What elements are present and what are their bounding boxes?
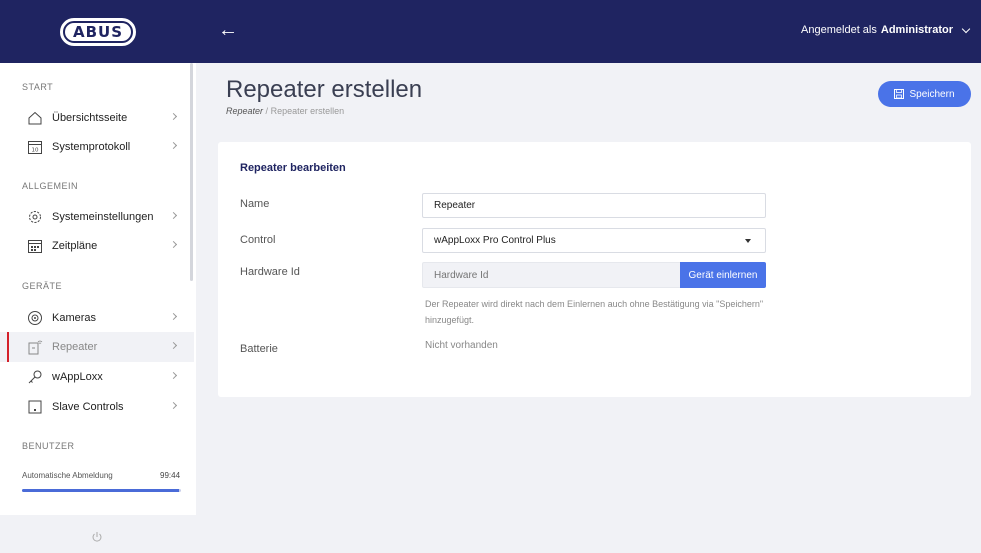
sidebar-item-systemprotokoll[interactable]: 10 Systemprotokoll	[0, 132, 194, 162]
back-arrow-icon[interactable]: ←	[218, 18, 238, 42]
auto-logout-label: Automatische Abmeldung	[22, 471, 113, 480]
user-menu[interactable]: Angemeldet als Administrator	[801, 24, 971, 36]
breadcrumb: Repeater / Repeater erstellen	[226, 106, 344, 116]
sidebar-item-uebersicht[interactable]: Übersichtsseite	[0, 103, 194, 133]
section-benutzer: BENUTZER	[22, 441, 75, 451]
gear-icon	[29, 211, 41, 223]
control-label: Control	[240, 234, 276, 246]
sidebar: START Übersichtsseite 10 Systemprotokoll…	[0, 63, 196, 553]
abus-logo-text: ABUS	[63, 20, 133, 43]
caret-down-icon	[745, 239, 751, 243]
key-icon	[28, 370, 42, 384]
sidebar-item-slave-controls[interactable]: Slave Controls	[0, 392, 194, 422]
section-geraete: GERÄTE	[22, 281, 63, 291]
battery-label: Batterie	[240, 343, 278, 355]
sidebar-item-kameras[interactable]: Kameras	[0, 303, 194, 333]
abus-logo: ABUS	[60, 17, 136, 46]
form-title: Repeater bearbeiten	[240, 162, 346, 174]
learn-device-button[interactable]: Gerät einlernen	[680, 262, 766, 288]
chevron-right-icon	[169, 401, 178, 410]
auto-logout-progress-fill	[22, 489, 180, 492]
sidebar-item-label: Übersichtsseite	[52, 112, 128, 124]
camera-icon	[28, 311, 42, 325]
battery-value: Nicht vorhanden	[425, 340, 498, 351]
calendar-icon: 10	[28, 141, 42, 154]
chevron-right-icon	[169, 112, 178, 121]
sidebar-item-wapploxx[interactable]: wAppLoxx	[0, 362, 194, 392]
repeater-form-card: Repeater bearbeiten Name Control wAppLox…	[218, 142, 971, 397]
chevron-down-icon	[961, 24, 971, 33]
sidebar-item-label: Zeitpläne	[52, 240, 98, 252]
sidebar-item-label: Systemprotokoll	[52, 141, 131, 153]
control-select[interactable]: wAppLoxx Pro Control Plus	[422, 228, 766, 253]
control-select-value: wAppLoxx Pro Control Plus	[434, 235, 556, 246]
auto-logout-progress	[22, 489, 181, 492]
top-bar: ABUS ← Angemeldet als Administrator	[0, 0, 981, 63]
page-title: Repeater erstellen	[226, 76, 423, 103]
sidebar-item-repeater[interactable]: Repeater	[0, 332, 194, 362]
chevron-right-icon	[169, 371, 178, 380]
floppy-disk-icon	[894, 89, 905, 99]
user-name: Administrator	[880, 24, 953, 36]
calendar-icon-text: 10	[32, 148, 39, 154]
sidebar-item-zeitplaene[interactable]: Zeitpläne	[0, 231, 194, 261]
logo-area[interactable]: ABUS	[0, 0, 196, 63]
sidebar-item-label: Repeater	[52, 341, 98, 353]
chevron-right-icon	[169, 312, 178, 321]
save-button-label: Speichern	[909, 88, 955, 100]
section-allgemein: ALLGEMEIN	[22, 181, 79, 191]
save-button[interactable]: Speichern	[878, 81, 971, 107]
hardware-id-input[interactable]	[422, 262, 681, 288]
breadcrumb-current: Repeater erstellen	[270, 106, 345, 116]
sidebar-item-label: Slave Controls	[52, 401, 124, 413]
slave-control-icon	[28, 400, 42, 414]
sidebar-item-label: Systemeinstellungen	[52, 211, 154, 223]
hardware-id-label: Hardware Id	[240, 266, 300, 278]
user-prefix: Angemeldet als	[801, 24, 877, 36]
home-icon	[28, 111, 42, 125]
breadcrumb-link-repeater[interactable]: Repeater	[226, 106, 263, 116]
chevron-right-icon	[169, 141, 178, 150]
sidebar-item-label: wAppLoxx	[52, 371, 103, 383]
repeater-icon	[28, 340, 43, 355]
sidebar-item-systemeinstellungen[interactable]: Systemeinstellungen	[0, 202, 194, 232]
section-start: START	[22, 82, 54, 92]
name-label: Name	[240, 198, 270, 210]
chevron-right-icon	[169, 211, 178, 220]
name-input[interactable]	[422, 193, 766, 218]
sidebar-item-label: Kameras	[52, 312, 97, 324]
help-text: Der Repeater wird direkt nach dem Einler…	[425, 299, 764, 325]
schedule-icon	[28, 240, 42, 253]
chevron-right-icon	[169, 240, 178, 249]
auto-logout-time: 99:44	[160, 471, 181, 480]
power-icon[interactable]	[91, 531, 103, 543]
chevron-right-icon	[169, 341, 178, 350]
breadcrumb-separator: /	[265, 106, 269, 116]
